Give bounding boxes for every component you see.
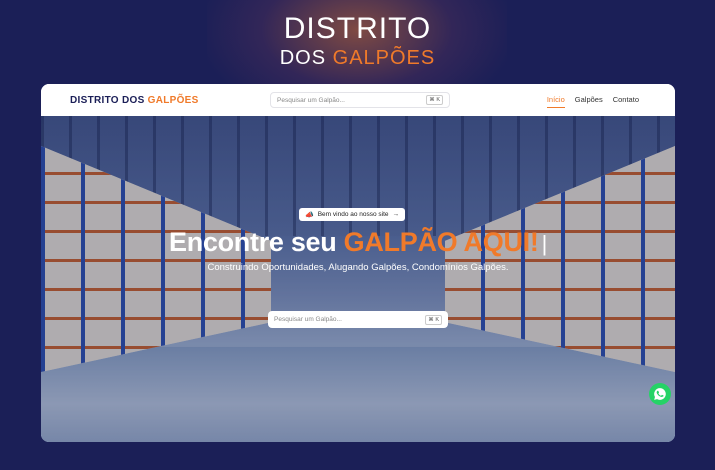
whatsapp-icon[interactable]	[649, 383, 671, 405]
brand-logo: DISTRITO DOS GALPÕES	[0, 14, 715, 70]
welcome-badge[interactable]: 📣 Bem vindo ao nosso site →	[299, 208, 406, 221]
hero-headline-b: GALPÃO AQUI!	[343, 227, 539, 257]
nav-logo-b: GALPÕES	[147, 95, 199, 106]
website-preview: DISTRITO DOS GALPÕES Pesquisar um Galpão…	[41, 84, 675, 442]
hero-overlay	[41, 116, 675, 442]
nav-link-inicio[interactable]: Início	[546, 95, 565, 108]
hero-section: 📣 Bem vindo ao nosso site → Encontre seu…	[41, 116, 675, 442]
nav-links: Início Galpões Contato	[546, 95, 639, 108]
brand-line-2-b: GALPÕES	[332, 47, 436, 69]
nav-search-placeholder: Pesquisar um Galpão...	[277, 96, 345, 104]
nav-search-shortcut: ⌘ K	[426, 95, 443, 105]
welcome-badge-text: Bem vindo ao nosso site	[317, 211, 389, 218]
hero-headline: Encontre seu GALPÃO AQUI! |	[41, 227, 675, 258]
nav-link-galpoes[interactable]: Galpões	[575, 95, 603, 108]
nav-search-input[interactable]: Pesquisar um Galpão... ⌘ K	[270, 92, 450, 108]
hero-headline-a: Encontre seu	[169, 227, 344, 257]
brand-line-2-a: DOS	[279, 47, 333, 69]
navbar: DISTRITO DOS GALPÕES Pesquisar um Galpão…	[41, 84, 675, 116]
nav-logo-a: DISTRITO DOS	[70, 95, 148, 106]
hero-subline: Construindo Oportunidades, Alugando Galp…	[207, 262, 509, 273]
brand-line-1: DISTRITO	[283, 12, 432, 45]
hero-search-placeholder: Pesquisar um Galpão...	[274, 316, 342, 323]
nav-logo[interactable]: DISTRITO DOS GALPÕES	[70, 95, 199, 106]
arrow-right-icon: →	[392, 211, 400, 218]
hero-search-input[interactable]: Pesquisar um Galpão... ⌘ K	[268, 311, 448, 328]
megaphone-icon: 📣	[305, 211, 314, 219]
nav-link-contato[interactable]: Contato	[613, 95, 639, 108]
typing-cursor: |	[541, 231, 548, 256]
hero-search-shortcut: ⌘ K	[425, 314, 442, 325]
brand-line-2: DOS GALPÕES	[0, 46, 715, 70]
